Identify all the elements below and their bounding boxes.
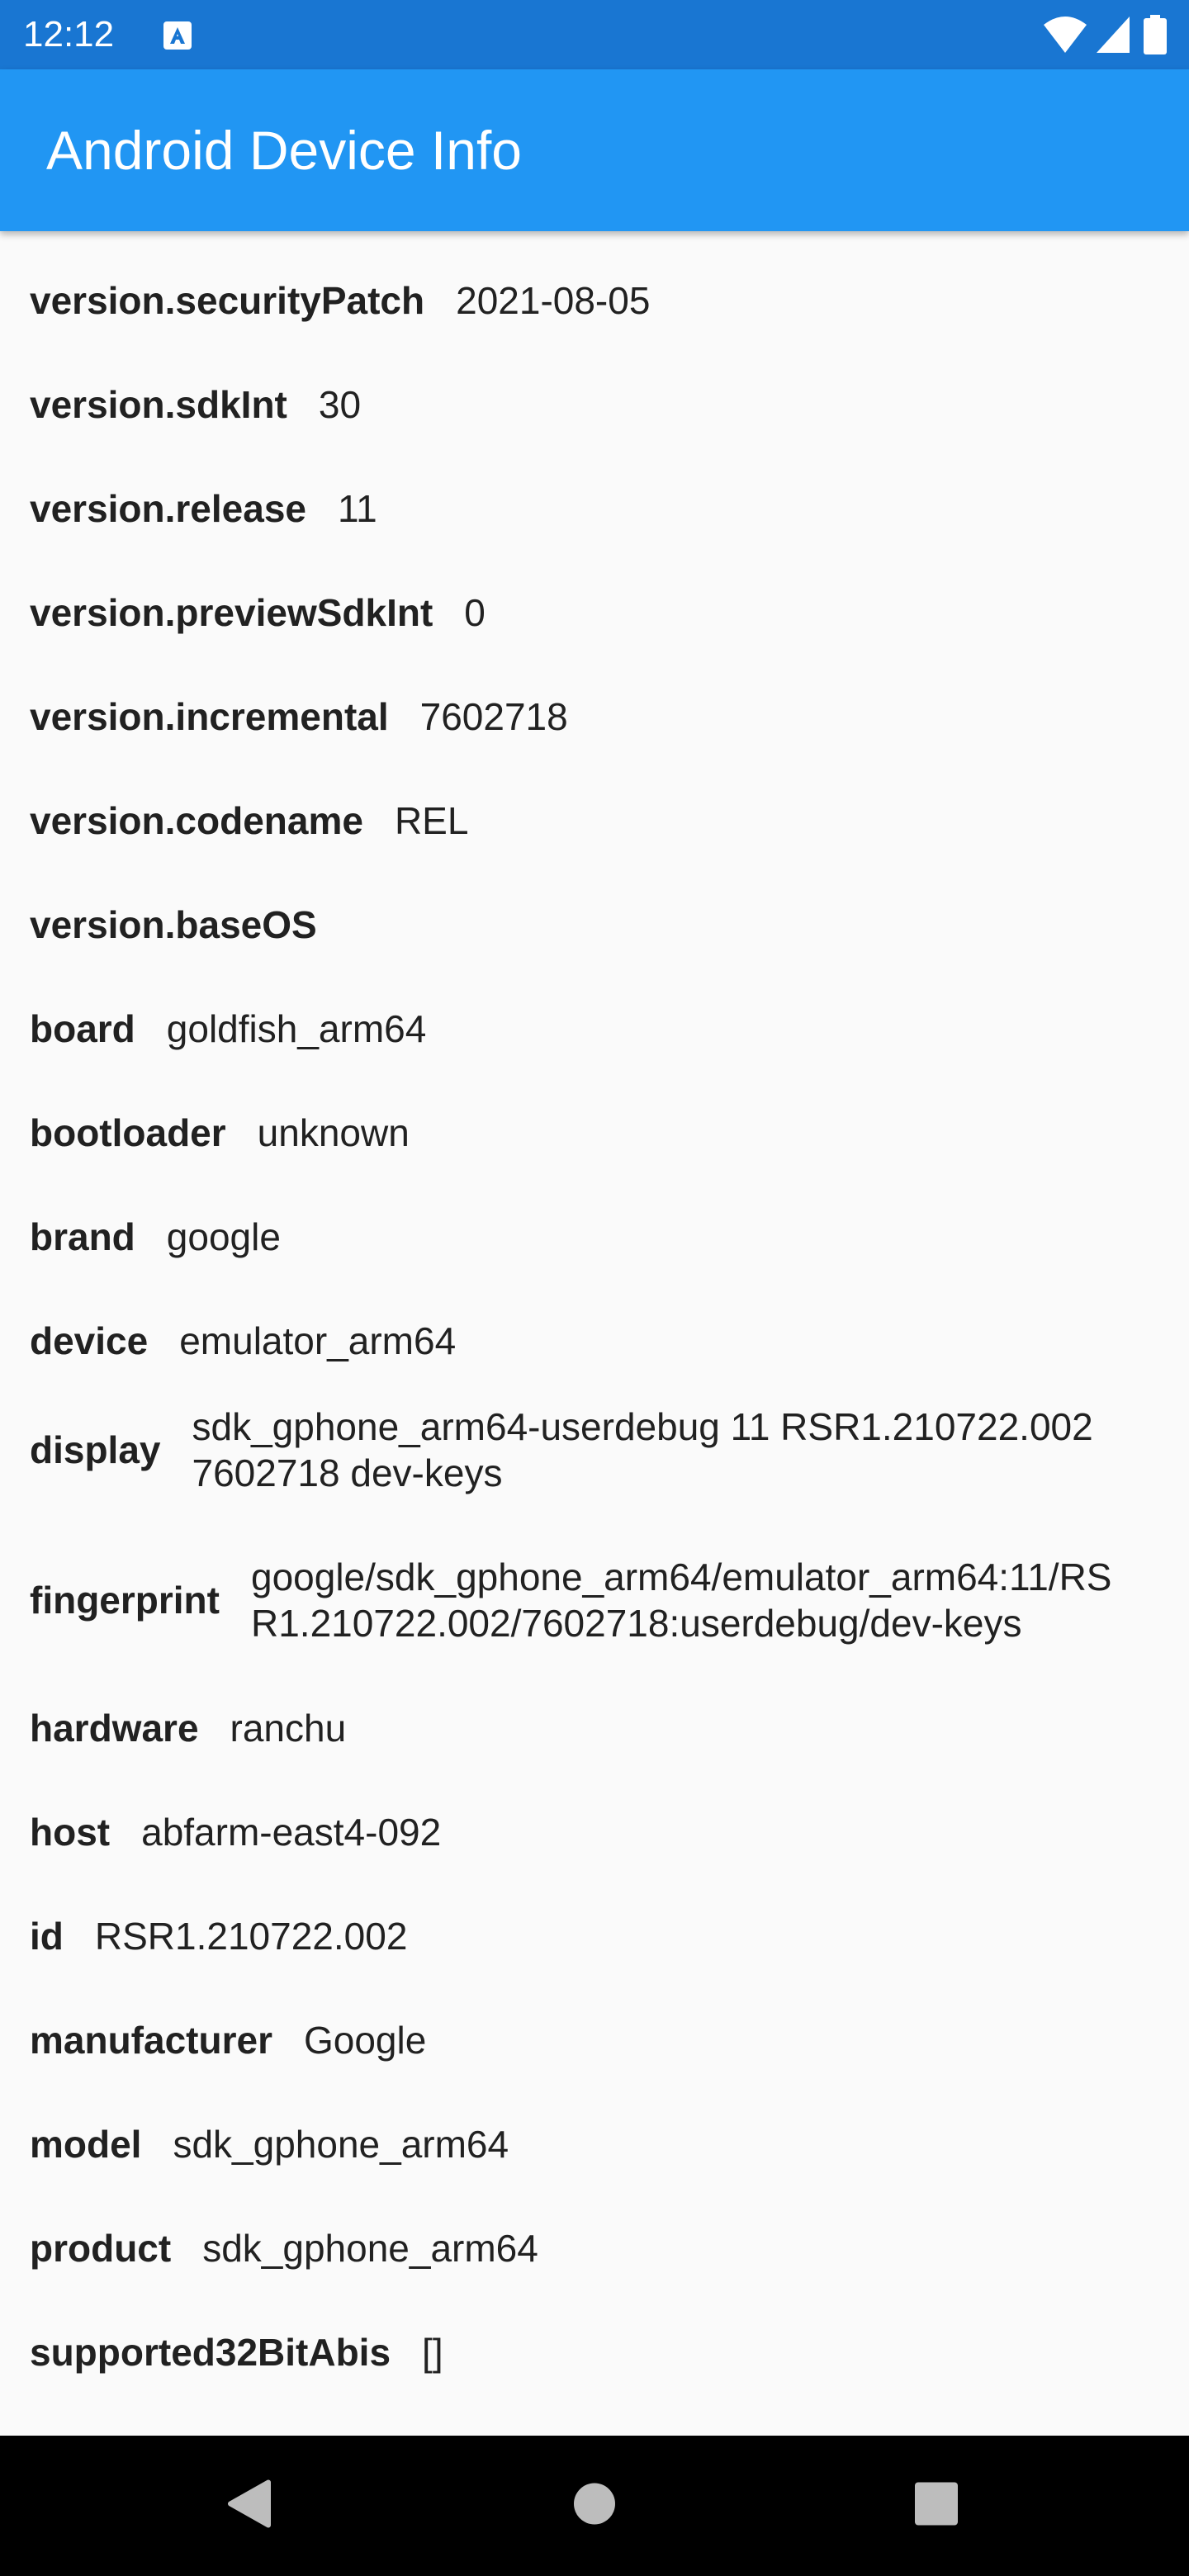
info-key: version.codename — [30, 799, 363, 842]
info-key: brand — [30, 1215, 135, 1258]
info-row-fingerprint: fingerprint google/sdk_gphone_arm64/emul… — [30, 1552, 1131, 1648]
battery-icon — [1143, 15, 1168, 59]
info-row-device: device emulator_arm64 — [30, 1302, 1131, 1380]
info-key: host — [30, 1811, 111, 1854]
info-value: unknown — [257, 1111, 410, 1154]
info-row-version-preview-sdk-int: version.previewSdkInt 0 — [30, 574, 1131, 651]
info-key: board — [30, 1007, 135, 1050]
info-value: Google — [303, 2019, 427, 2062]
info-row-bootloader: bootloader unknown — [30, 1094, 1131, 1172]
info-row-hardware: hardware ranchu — [30, 1689, 1131, 1767]
info-value: sdk_gphone_arm64 — [202, 2227, 538, 2270]
device-info-list[interactable]: version.securityPatch 2021-08-05 version… — [0, 231, 1189, 2436]
info-row-version-release: version.release 11 — [30, 470, 1131, 547]
info-key: supported32BitAbis — [30, 2331, 391, 2374]
info-row-product: product sdk_gphone_arm64 — [30, 2209, 1131, 2287]
info-key: manufacturer — [30, 2019, 272, 2062]
info-row-version-security-patch: version.securityPatch 2021-08-05 — [30, 262, 1131, 339]
info-value: 7602718 — [419, 695, 568, 738]
info-value: [] — [422, 2331, 443, 2374]
info-row-version-sdk-int: version.sdkInt 30 — [30, 366, 1131, 443]
info-value: ranchu — [230, 1707, 347, 1750]
info-row-supported32-bit-abis: supported32BitAbis [] — [30, 2313, 1131, 2391]
info-value: emulator_arm64 — [179, 1319, 457, 1362]
info-row-board: board goldfish_arm64 — [30, 990, 1131, 1068]
home-icon[interactable] — [572, 2482, 617, 2531]
status-time: 12:12 — [23, 14, 115, 54]
info-key: hardware — [30, 1707, 199, 1750]
info-value: 30 — [318, 383, 362, 426]
back-icon[interactable] — [227, 2479, 272, 2533]
info-value: 2021-08-05 — [456, 279, 651, 322]
page-title: Android Device Info — [46, 120, 522, 181]
info-row-version-base-os: version.baseOS — [30, 886, 1131, 964]
info-key: version.securityPatch — [30, 279, 425, 322]
info-key: fingerprint — [30, 1579, 220, 1622]
info-value: abfarm-east4-092 — [141, 1811, 442, 1854]
info-row-brand: brand google — [30, 1198, 1131, 1276]
info-value: sdk_gphone_arm64-userdebug 11 RSR1.21072… — [192, 1405, 1093, 1494]
wifi-icon — [1042, 15, 1088, 59]
info-key: version.sdkInt — [30, 383, 287, 426]
info-row-manufacturer: manufacturer Google — [30, 2001, 1131, 2079]
info-value: goldfish_arm64 — [166, 1007, 427, 1050]
info-key: version.previewSdkInt — [30, 591, 433, 634]
info-value: RSR1.210722.002 — [94, 1915, 408, 1958]
navigation-bar — [0, 2436, 1189, 2576]
info-row-version-incremental: version.incremental 7602718 — [30, 678, 1131, 755]
info-value: google/sdk_gphone_arm64/emulator_arm64:1… — [250, 1556, 1112, 1645]
info-key: version.baseOS — [30, 903, 317, 946]
info-key: id — [30, 1915, 64, 1958]
info-value: 0 — [464, 591, 486, 634]
info-value: REL — [394, 799, 469, 842]
info-key: bootloader — [30, 1111, 226, 1154]
info-row-host: host abfarm-east4-092 — [30, 1793, 1131, 1871]
info-value: 11 — [338, 487, 377, 530]
accessibility-a-icon — [163, 21, 192, 50]
info-row-id: id RSR1.210722.002 — [30, 1897, 1131, 1975]
info-key: display — [30, 1428, 161, 1471]
status-bar: 12:12 — [0, 0, 1189, 69]
info-key: version.release — [30, 487, 307, 530]
info-row-model: model sdk_gphone_arm64 — [30, 2105, 1131, 2183]
info-value: google — [166, 1215, 281, 1258]
info-key: model — [30, 2123, 142, 2166]
recents-icon[interactable] — [914, 2482, 959, 2531]
app-bar: Android Device Info — [0, 69, 1189, 231]
info-key: product — [30, 2227, 172, 2270]
info-row-version-codename: version.codename REL — [30, 782, 1131, 859]
info-key: device — [30, 1319, 149, 1362]
info-value: sdk_gphone_arm64 — [173, 2123, 509, 2166]
info-key: version.incremental — [30, 695, 389, 738]
info-row-display: display sdk_gphone_arm64-userdebug 11 RS… — [30, 1402, 1131, 1498]
cellular-signal-icon — [1095, 15, 1131, 59]
